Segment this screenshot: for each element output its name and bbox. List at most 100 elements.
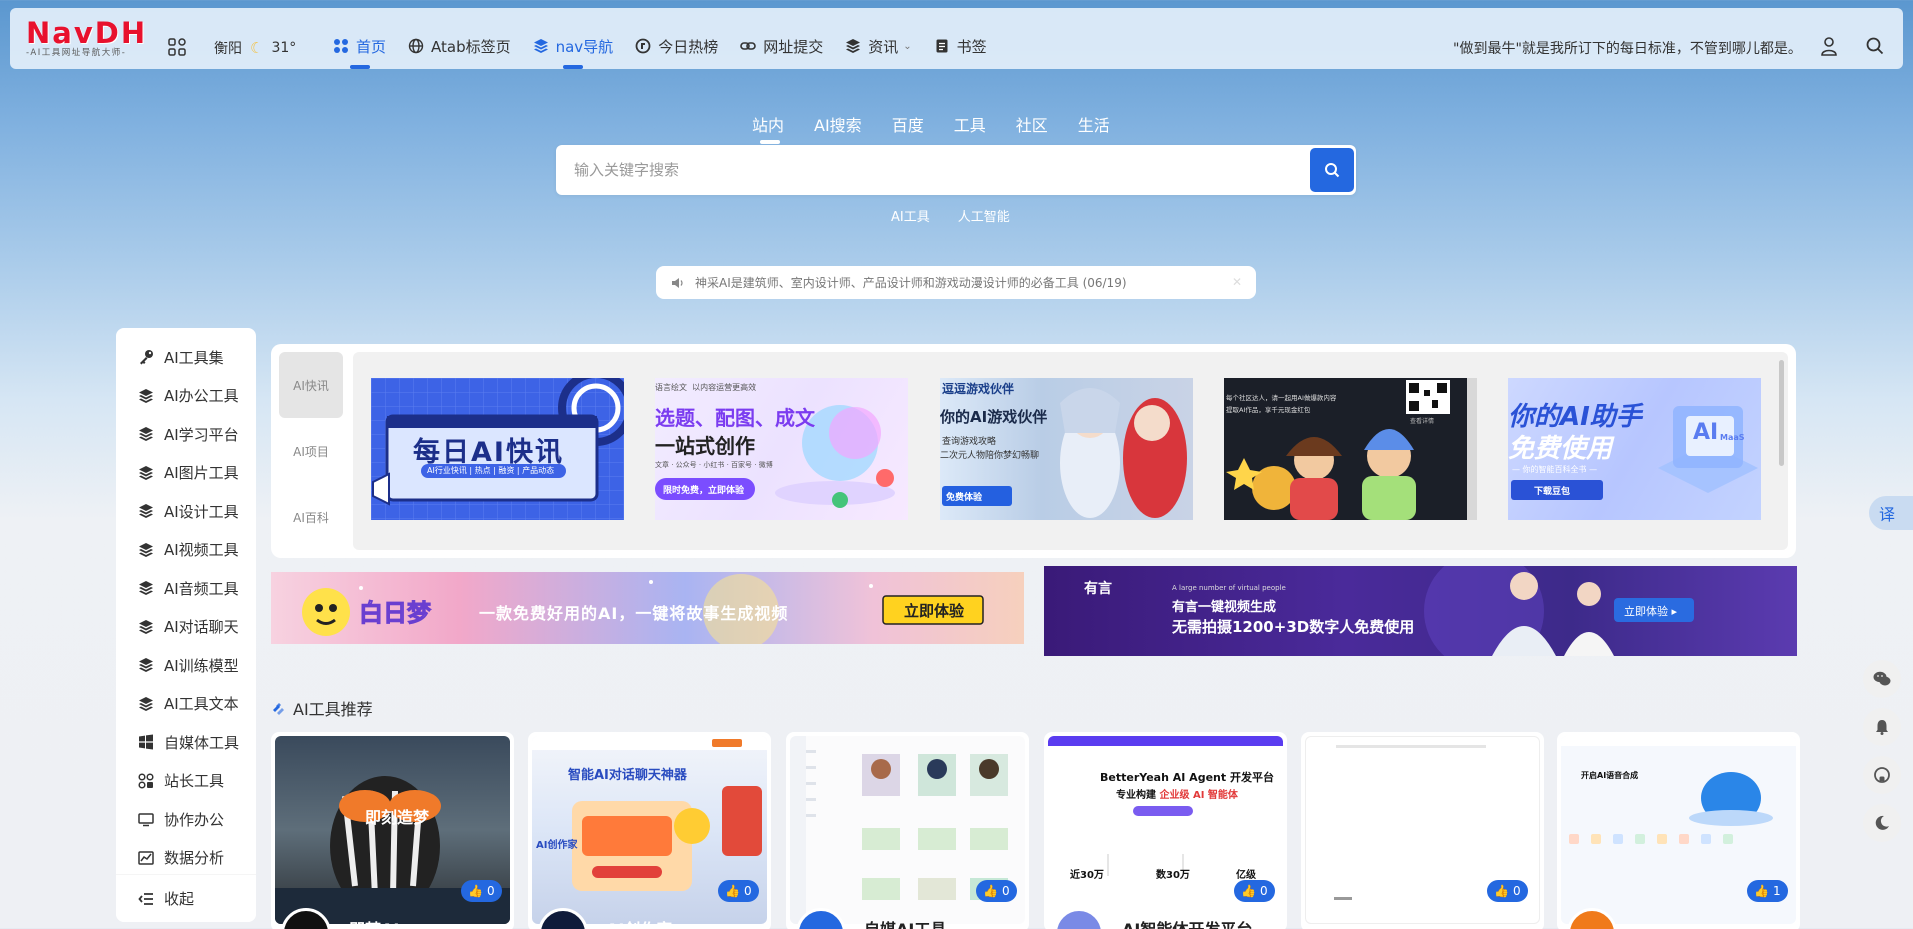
search-hint-ai-tools[interactable]: AI工具 (891, 206, 930, 225)
ad-brand-name: 白日梦 (359, 599, 432, 628)
like-badge[interactable]: 👍 0 (1234, 880, 1275, 902)
sidebar-item-video[interactable]: AI视频工具 (116, 531, 256, 570)
news-panel: AI快讯 AI项目 AI百科 每日AI快讯 AI行业快讯 | 热点 | 融资 |… (271, 344, 1796, 558)
search-tab-life[interactable]: 生活 (1078, 112, 1110, 136)
nav-item-home[interactable]: 首页 (333, 30, 387, 69)
speaker-icon (672, 277, 683, 288)
sidebar-item-audio[interactable]: AI音频工具 (116, 569, 256, 608)
nav-item-bookmark[interactable]: 书签 (934, 30, 987, 62)
site-logo[interactable]: NavDH -AI工具网址导航大师- (26, 18, 166, 60)
nav-label: 首页 (356, 37, 387, 56)
theme-toggle-button[interactable] (1863, 804, 1901, 842)
sidebar-item-chat[interactable]: AI对话聊天 (116, 608, 256, 647)
nav-label: nav导航 (555, 37, 614, 56)
tool-card[interactable]: BetterYeah AI Agent 开发平台 专业构建 企业级 AI 智能体… (1044, 732, 1287, 929)
bookmark-icon (936, 39, 948, 53)
sidebar-item-text[interactable]: AI工具文本 (116, 685, 256, 724)
nav-label: 网址提交 (763, 37, 824, 56)
section-title: AI工具推荐 (271, 696, 373, 720)
slide-title: 每日AI快讯 (413, 437, 564, 468)
search-tab-site[interactable]: 站内 (752, 112, 784, 144)
thumbs-up-icon: 👍 (1754, 884, 1769, 898)
ad-button[interactable]: 立即体验 (904, 600, 964, 621)
nav-item-submit[interactable]: 网址提交 (740, 30, 823, 62)
panel-tab-projects[interactable]: AI项目 (279, 418, 343, 484)
card-shot-text-2: AI创作家 (536, 840, 578, 851)
nav-item-atab[interactable]: Atab标签页 (408, 30, 511, 62)
like-badge[interactable]: 👍 0 (976, 880, 1017, 902)
tool-card[interactable]: 开启AI语音合成 👍 1 (1557, 732, 1800, 929)
ad-button[interactable]: 立即体验 ▸ (1624, 603, 1677, 619)
slide-sub: — 你的智能百科全书 — (1512, 465, 1598, 474)
nav-item-nav[interactable]: nav导航 (533, 30, 614, 69)
sidebar-item-ai-tools[interactable]: AI工具集 (116, 338, 256, 377)
search-input[interactable] (574, 145, 1274, 195)
user-icon[interactable] (1820, 36, 1838, 56)
sidebar-item-label: AI工具文本 (164, 695, 239, 714)
slide-writing[interactable]: 语言绘文 以内容运营更高效 选题、配图、成文 一站式创作 文章 · 公众号 · … (655, 378, 908, 520)
like-badge[interactable]: 👍 0 (1487, 880, 1528, 902)
search-tab-community[interactable]: 社区 (1016, 112, 1048, 136)
sidebar-item-webmaster[interactable]: 站长工具 (116, 762, 256, 801)
moon-icon: ☾ (250, 39, 264, 57)
nav-item-hot[interactable]: 今日热榜 (635, 30, 718, 62)
tool-card[interactable]: 👍 0 (1301, 732, 1544, 929)
sidebar-item-models[interactable]: AI训练模型 (116, 646, 256, 685)
layers-icon (139, 658, 153, 673)
card-shot-text-2a: 专业构建 (1116, 790, 1156, 801)
tool-card[interactable]: 👍0 自媒AI工具 (786, 732, 1029, 929)
sidebar-collapse-button[interactable]: 收起 (116, 874, 256, 922)
slide-qr-label: 查看详情 (1410, 418, 1435, 425)
sidebar-item-image[interactable]: AI图片工具 (116, 454, 256, 493)
like-count: 0 (1512, 884, 1521, 898)
slide-daily-news[interactable]: 每日AI快讯 AI行业快讯 | 热点 | 融资 | 产品动态 (371, 378, 624, 520)
slide-game[interactable]: 逗逗游戏伙伴 你的AI游戏伙伴 查询游戏攻略 二次元人物陪你梦幻畅聊 免费体验 (940, 378, 1193, 520)
panel-tab-news[interactable]: AI快讯 (279, 352, 343, 418)
link-icon (740, 42, 757, 50)
github-button[interactable] (1863, 756, 1901, 794)
search-hint-ai[interactable]: 人工智能 (958, 206, 1010, 225)
apps-grid-icon[interactable] (168, 38, 186, 56)
header-slogan: "做到最牛"就是我所订下的每日标准，不管到哪儿都是。 (1453, 41, 1802, 57)
panel-tab-wiki[interactable]: AI百科 (279, 484, 343, 550)
weather-widget[interactable]: 衡阳 ☾ 31° (214, 38, 296, 58)
like-badge[interactable]: 👍 0 (461, 880, 502, 902)
ad-banner-youyan[interactable]: 有言 A large number of virtual people 有言一键… (1044, 566, 1797, 656)
ad-brand: 有言 (1084, 581, 1112, 597)
notification-button[interactable] (1863, 708, 1901, 746)
search-button[interactable] (1310, 148, 1354, 192)
slide-community[interactable]: 每个社区达人，请一起用AI做爆款内容 提取AI作品，享千元现金红包 查看详情 (1224, 378, 1477, 520)
translate-button[interactable]: 译 (1869, 496, 1913, 530)
thumbs-up-icon: 👍 (1241, 884, 1256, 898)
search-icon[interactable] (1866, 37, 1884, 55)
sidebar-item-office[interactable]: AI办公工具 (116, 377, 256, 416)
slide-sub: 查询游戏攻略 (942, 437, 997, 447)
slide-doubao[interactable]: 你的AI助手 免费使用 — 你的智能百科全书 — 下载豆包 AI MaaS (1508, 378, 1761, 520)
search-tab-ai[interactable]: AI搜索 (814, 112, 862, 136)
wechat-button[interactable] (1863, 660, 1901, 698)
like-badge[interactable]: 👍 1 (1747, 880, 1788, 902)
tool-card[interactable]: 即刻造梦 👍0 即梦AI (271, 732, 514, 929)
search-tab-tools[interactable]: 工具 (954, 112, 986, 136)
card-title: 即梦AI (349, 916, 399, 929)
weather-city: 衡阳 (214, 41, 242, 57)
close-icon[interactable]: ✕ (1232, 275, 1242, 289)
ad-banner-jimeng[interactable]: 白日梦 一款免费好用的AI，一键将故事生成视频 立即体验 (271, 572, 1024, 644)
tool-card[interactable]: 智能AI对话聊天神器 AI创作家 👍0 AI创作家 (528, 732, 771, 929)
like-badge[interactable]: 👍 0 (718, 880, 759, 902)
sidebar-item-learning[interactable]: AI学习平台 (116, 415, 256, 454)
nav-item-news[interactable]: 资讯 ⌄ (845, 30, 912, 62)
thumbs-up-icon: 👍 (725, 884, 740, 898)
search-hints: AI工具 人工智能 (891, 206, 1010, 225)
slide-tag-1: 语言绘文 (655, 383, 687, 392)
search-tab-baidu[interactable]: 百度 (892, 112, 924, 136)
notice-bar[interactable]: 神采AI是建筑师、室内设计师、产品设计师和游戏动漫设计师的必备工具 (06/19… (656, 266, 1256, 299)
sidebar-item-collab[interactable]: 协作办公 (116, 800, 256, 839)
sidebar-item-media[interactable]: 自媒体工具 (116, 723, 256, 762)
panel-scrollbar[interactable] (1779, 360, 1784, 466)
sidebar-item-design[interactable]: AI设计工具 (116, 492, 256, 531)
slide-tag: 逗逗游戏伙伴 (942, 382, 1015, 396)
bell-icon (1876, 720, 1888, 735)
category-sidebar: AI工具集 AI办公工具 AI学习平台 AI图片工具 AI设计工具 AI视频工具… (116, 328, 256, 922)
sidebar-item-data[interactable]: 数据分析 (116, 839, 256, 878)
